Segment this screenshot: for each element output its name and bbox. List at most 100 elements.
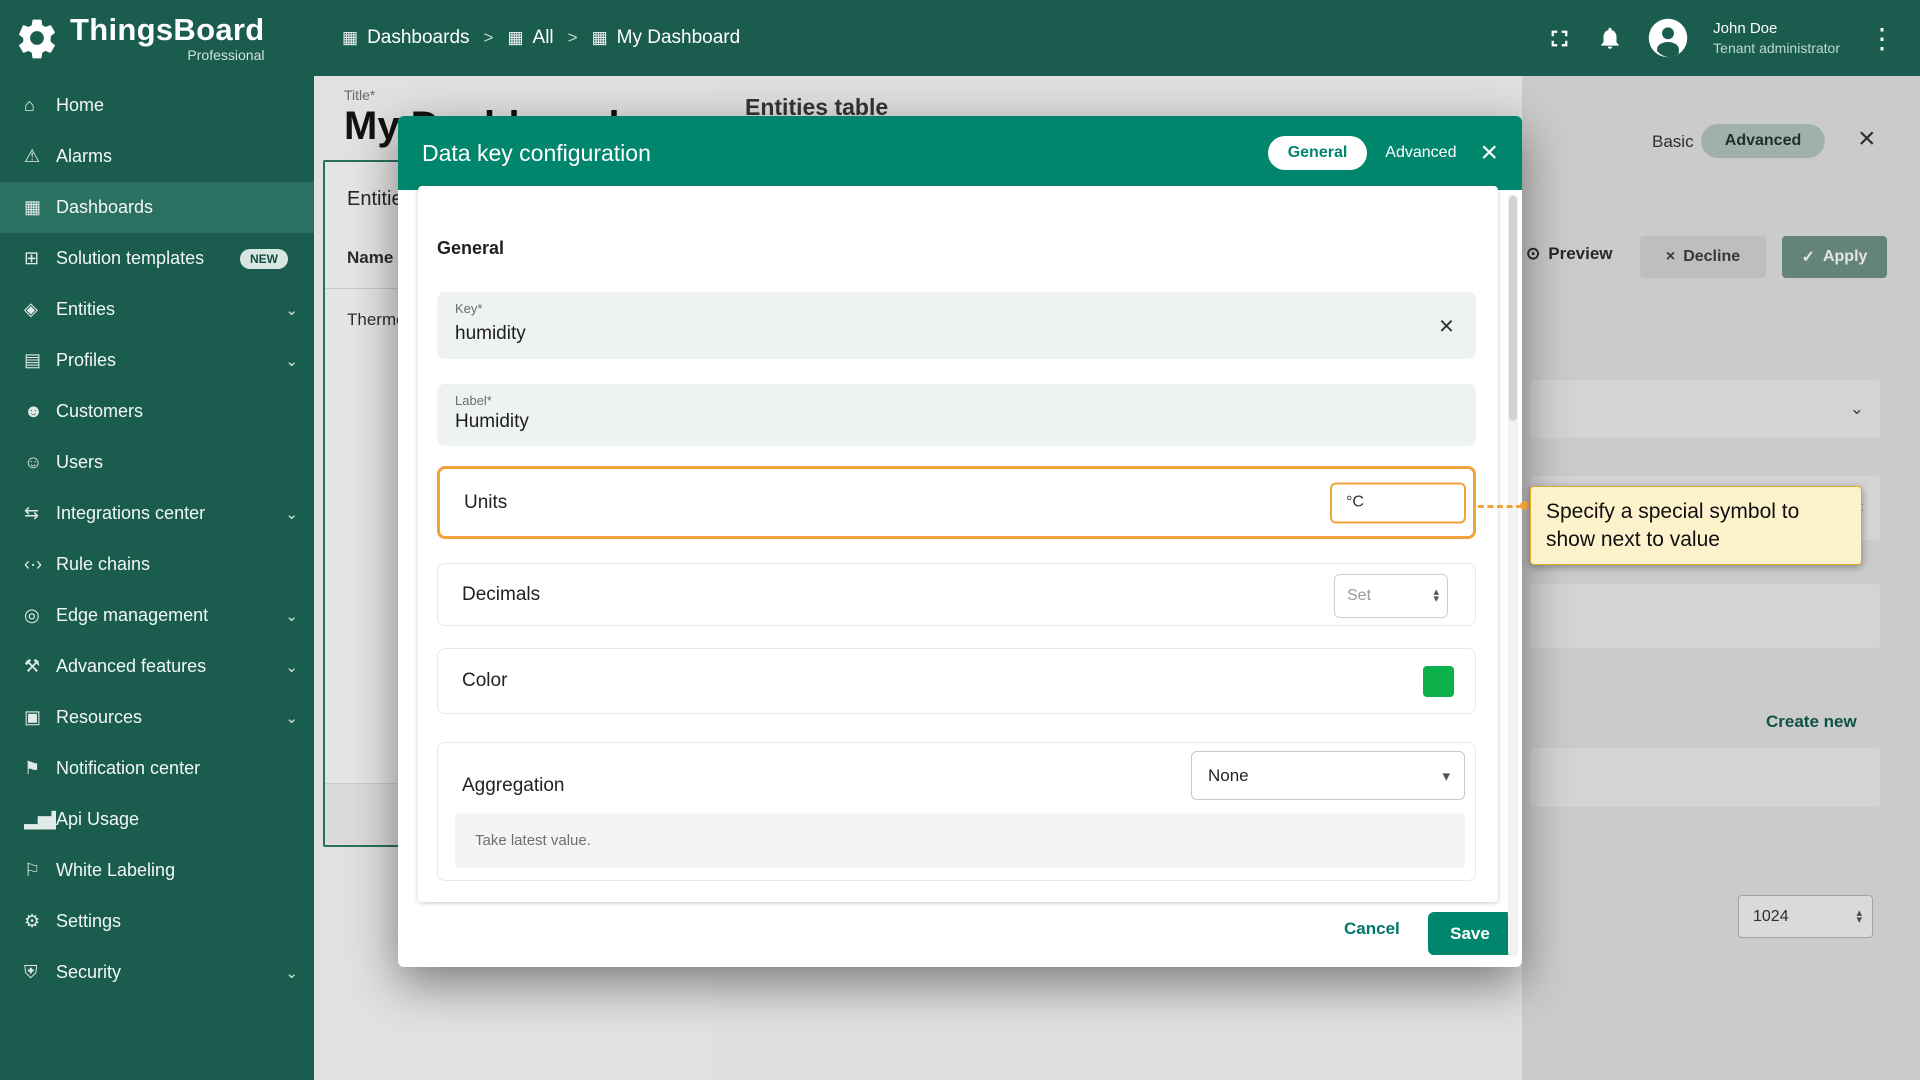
sidebar-item-label: Solution templates bbox=[56, 248, 240, 269]
settings-gear-icon: ⚙ bbox=[24, 911, 56, 932]
aggregation-value: None bbox=[1208, 766, 1249, 786]
user-avatar[interactable] bbox=[1647, 17, 1689, 59]
breadcrumb-label: My Dashboard bbox=[617, 27, 741, 49]
kebab-menu-icon[interactable]: ⋮ bbox=[1864, 22, 1900, 55]
breadcrumb-dashboards[interactable]: ▦ Dashboards bbox=[342, 27, 470, 49]
alarms-icon: ⚠ bbox=[24, 146, 56, 167]
breadcrumb-separator: > bbox=[568, 28, 578, 48]
sidebar-item-label: Security bbox=[56, 962, 285, 983]
sidebar-item-api-usage[interactable]: ▂▅▇ Api Usage bbox=[0, 794, 314, 845]
decimals-input[interactable]: Set ▴ ▾ bbox=[1334, 574, 1448, 618]
aggregation-row: Aggregation None ▾ Take latest value. bbox=[437, 742, 1476, 881]
spinner-down-icon: ▾ bbox=[1433, 596, 1439, 603]
sidebar-item-settings[interactable]: ⚙ Settings bbox=[0, 896, 314, 947]
topbar-actions: John Doe Tenant administrator ⋮ bbox=[1546, 17, 1920, 59]
breadcrumb: ▦ Dashboards > ▦ All > ▦ My Dashboard bbox=[342, 27, 740, 49]
app-logo[interactable]: ThingsBoard Professional bbox=[0, 14, 314, 62]
sidebar-item-entities[interactable]: ◈ Entities ⌄ bbox=[0, 284, 314, 335]
user-role: Tenant administrator bbox=[1713, 39, 1840, 57]
chevron-down-icon: ⌄ bbox=[285, 709, 298, 727]
sidebar-item-resources[interactable]: ▣ Resources ⌄ bbox=[0, 692, 314, 743]
top-bar: ThingsBoard Professional ▦ Dashboards > … bbox=[0, 0, 1920, 76]
sidebar-item-label: Home bbox=[56, 95, 298, 116]
breadcrumb-my-dashboard[interactable]: ▦ My Dashboard bbox=[592, 27, 741, 49]
dashboard-icon: ▦ bbox=[592, 28, 608, 48]
dialog-scrollbar-thumb[interactable] bbox=[1509, 196, 1517, 421]
dashboard-group-icon: ▦ bbox=[507, 28, 523, 48]
customers-icon: ☻ bbox=[24, 401, 56, 422]
app-edition: Professional bbox=[70, 48, 264, 62]
rule-chains-icon: ‹·› bbox=[24, 554, 56, 575]
sidebar-item-label: Rule chains bbox=[56, 554, 298, 575]
cancel-button[interactable]: Cancel bbox=[1344, 919, 1400, 939]
general-section-heading: General bbox=[437, 238, 504, 259]
sidebar: ⌂ Home ⚠ Alarms ▦ Dashboards ⊞ Solution … bbox=[0, 76, 314, 1080]
sidebar-item-alarms[interactable]: ⚠ Alarms bbox=[0, 131, 314, 182]
units-field-highlighted[interactable]: Units °C bbox=[437, 466, 1476, 539]
sidebar-item-home[interactable]: ⌂ Home bbox=[0, 80, 314, 131]
sidebar-item-solution-templates[interactable]: ⊞ Solution templates NEW bbox=[0, 233, 314, 284]
sidebar-item-white-labeling[interactable]: ⚐ White Labeling bbox=[0, 845, 314, 896]
chevron-down-icon: ⌄ bbox=[285, 964, 298, 982]
app-name: ThingsBoard bbox=[70, 14, 264, 45]
sidebar-item-rule-chains[interactable]: ‹·› Rule chains bbox=[0, 539, 314, 590]
dashboards-icon: ▦ bbox=[342, 28, 358, 48]
sidebar-item-label: Customers bbox=[56, 401, 298, 422]
new-badge: NEW bbox=[240, 249, 288, 269]
label-field[interactable]: Label* Humidity bbox=[437, 384, 1476, 446]
dialog-close-icon[interactable]: × bbox=[1480, 138, 1498, 168]
sidebar-item-label: Advanced features bbox=[56, 656, 285, 677]
sidebar-item-label: Settings bbox=[56, 911, 298, 932]
sidebar-item-security[interactable]: ⛨ Security ⌄ bbox=[0, 947, 314, 998]
color-row: Color bbox=[437, 648, 1476, 714]
units-input[interactable]: °C bbox=[1330, 482, 1466, 523]
user-name: John Doe bbox=[1713, 19, 1840, 39]
save-button[interactable]: Save bbox=[1428, 912, 1512, 955]
edge-management-icon: ◎ bbox=[24, 605, 56, 626]
aggregation-hint: Take latest value. bbox=[455, 813, 1465, 868]
dialog-header: Data key configuration General Advanced … bbox=[398, 116, 1522, 190]
breadcrumb-label: Dashboards bbox=[367, 27, 469, 49]
user-info[interactable]: John Doe Tenant administrator bbox=[1713, 19, 1840, 57]
sidebar-item-customers[interactable]: ☻ Customers bbox=[0, 386, 314, 437]
chevron-down-icon: ⌄ bbox=[285, 352, 298, 370]
entities-icon: ◈ bbox=[24, 299, 56, 320]
integrations-icon: ⇆ bbox=[24, 503, 56, 524]
screen: ThingsBoard Professional ▦ Dashboards > … bbox=[0, 0, 1920, 1080]
key-field-value: humidity bbox=[455, 323, 526, 345]
sidebar-item-label: Resources bbox=[56, 707, 285, 728]
key-field[interactable]: Key* humidity × bbox=[437, 292, 1476, 359]
breadcrumb-label: All bbox=[533, 27, 554, 49]
clear-key-icon[interactable]: × bbox=[1439, 310, 1454, 341]
sidebar-item-label: Entities bbox=[56, 299, 285, 320]
tooltip-connector-line bbox=[1478, 505, 1522, 508]
sidebar-item-users[interactable]: ☺ Users bbox=[0, 437, 314, 488]
chevron-down-icon: ⌄ bbox=[285, 658, 298, 676]
tab-general[interactable]: General bbox=[1268, 136, 1368, 170]
api-usage-icon: ▂▅▇ bbox=[24, 809, 56, 830]
chevron-down-icon: ⌄ bbox=[285, 505, 298, 523]
sidebar-item-notification-center[interactable]: ⚑ Notification center bbox=[0, 743, 314, 794]
tooltip-connector-dot bbox=[1520, 501, 1529, 510]
sidebar-item-integrations-center[interactable]: ⇆ Integrations center ⌄ bbox=[0, 488, 314, 539]
sidebar-item-advanced-features[interactable]: ⚒ Advanced features ⌄ bbox=[0, 641, 314, 692]
color-swatch[interactable] bbox=[1423, 666, 1454, 697]
resources-icon: ▣ bbox=[24, 707, 56, 728]
aggregation-select[interactable]: None ▾ bbox=[1191, 751, 1465, 800]
decimals-stepper[interactable]: ▴ ▾ bbox=[1433, 589, 1439, 603]
breadcrumb-separator: > bbox=[484, 28, 494, 48]
sidebar-item-dashboards[interactable]: ▦ Dashboards bbox=[0, 182, 314, 233]
breadcrumb-all[interactable]: ▦ All bbox=[507, 27, 553, 49]
logo-gear-icon bbox=[14, 15, 60, 61]
dialog-header-actions: General Advanced × bbox=[1268, 136, 1498, 170]
sidebar-item-label: Profiles bbox=[56, 350, 285, 371]
advanced-features-icon: ⚒ bbox=[24, 656, 56, 677]
notifications-bell-icon[interactable] bbox=[1597, 25, 1623, 51]
units-label: Units bbox=[464, 492, 507, 514]
label-field-label: Label* bbox=[455, 393, 492, 408]
sidebar-item-profiles[interactable]: ▤ Profiles ⌄ bbox=[0, 335, 314, 386]
fullscreen-icon[interactable] bbox=[1546, 25, 1573, 52]
sidebar-item-label: Api Usage bbox=[56, 809, 298, 830]
sidebar-item-edge-management[interactable]: ◎ Edge management ⌄ bbox=[0, 590, 314, 641]
tab-advanced[interactable]: Advanced bbox=[1385, 144, 1456, 162]
